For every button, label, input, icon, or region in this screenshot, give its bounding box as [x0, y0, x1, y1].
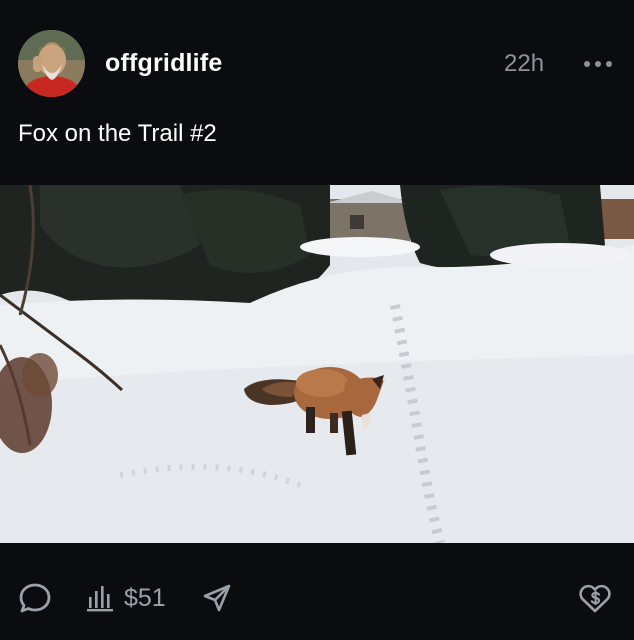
tip-heart-button[interactable]	[578, 581, 614, 615]
post-time: 22h	[504, 50, 545, 77]
more-dots-icon	[595, 61, 601, 67]
author-username[interactable]: offgridlife	[105, 49, 222, 78]
share-button[interactable]	[202, 582, 234, 614]
post-media[interactable]	[0, 185, 634, 543]
more-dots-icon	[584, 61, 590, 67]
tip-stats-button[interactable]: $51	[86, 580, 166, 616]
bar-chart-icon	[87, 586, 113, 612]
send-icon	[203, 584, 231, 612]
post-card: offgridlife 22h Fox on the Trail #2 $51	[0, 0, 634, 640]
heart-dollar-icon	[579, 584, 611, 613]
post-title: Fox on the Trail #2	[18, 120, 217, 147]
post-header: offgridlife 22h	[0, 0, 634, 120]
action-bar: $51	[0, 560, 634, 640]
fox-in-snow-image	[0, 185, 634, 543]
comment-button[interactable]	[18, 580, 54, 616]
comment-icon	[19, 583, 51, 613]
more-options-button[interactable]	[578, 52, 618, 76]
avatar-image	[18, 30, 85, 97]
author-avatar[interactable]	[18, 30, 85, 97]
more-dots-icon	[606, 61, 612, 67]
tip-amount: $51	[124, 583, 166, 612]
